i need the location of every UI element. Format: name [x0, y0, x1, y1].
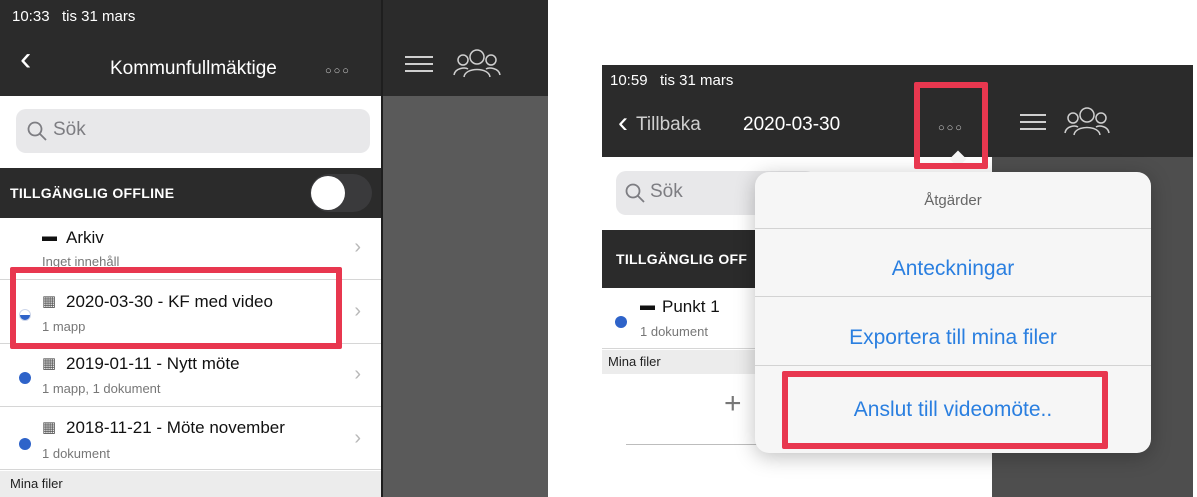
chevron-right-icon: ›: [354, 236, 361, 258]
list-item-title: 2019-01-11 - Nytt möte: [66, 354, 240, 373]
list-item-title: 2018-11-21 - Möte november: [66, 418, 285, 437]
search-placeholder: Sök: [650, 181, 683, 202]
add-icon[interactable]: +: [724, 387, 742, 421]
list-item-title: Arkiv: [66, 228, 104, 247]
export-button[interactable]: Exportera till mina filer: [755, 310, 1151, 366]
notes-button[interactable]: Anteckningar: [755, 241, 1151, 297]
archive-icon: ▬: [640, 297, 655, 314]
search-icon: [625, 183, 645, 203]
more-options-icon[interactable]: ○○○: [325, 65, 351, 77]
calendar-icon: ▦: [42, 419, 57, 436]
offline-bar: TILLGÄNGLIG OFFLINE: [0, 168, 381, 218]
nav-bar: 10:59 tis 31 mars ‹ Tillbaka 2020-03-30 …: [602, 65, 1193, 157]
unread-dot-icon: [615, 316, 627, 328]
back-label[interactable]: Tillbaka: [636, 114, 701, 136]
section-header: Mina filer: [0, 471, 381, 497]
participants-icon[interactable]: [1064, 105, 1110, 137]
popover-title: Åtgärder: [755, 172, 1151, 229]
side-toolbar: [383, 0, 548, 96]
status-time: 10:33: [12, 8, 50, 25]
chevron-right-icon: ›: [354, 427, 361, 449]
offline-toggle[interactable]: [310, 174, 372, 212]
nav-bar: 10:33 tis 31 mars ‹ Kommunfullmäktige ○○…: [0, 0, 381, 96]
back-chevron-icon[interactable]: ‹: [20, 42, 31, 76]
status-time: 10:59: [610, 72, 648, 89]
offline-label: TILLGÄNGLIG OFF: [616, 251, 748, 267]
menu-icon[interactable]: [405, 55, 433, 73]
status-date: tis 31 mars: [62, 8, 136, 25]
archive-icon: ▬: [42, 228, 57, 245]
offline-label: TILLGÄNGLIG OFFLINE: [10, 185, 175, 201]
detail-pane: [383, 96, 548, 497]
highlight-box: [782, 371, 1108, 449]
list-item[interactable]: ▦ 2018-11-21 - Möte november 1 dokument …: [0, 408, 381, 470]
search-icon: [27, 121, 47, 141]
participants-icon[interactable]: [453, 46, 501, 80]
unread-dot-icon: [19, 372, 31, 384]
calendar-icon: ▦: [42, 355, 57, 372]
list-item[interactable]: ▦ 2019-01-11 - Nytt möte 1 mapp, 1 dokum…: [0, 345, 381, 407]
status-date: tis 31 mars: [660, 72, 734, 89]
chevron-right-icon: ›: [354, 363, 361, 385]
page-title: 2020-03-30: [743, 114, 841, 135]
toggle-knob: [311, 176, 345, 210]
list-item-subtitle: 1 mapp, 1 dokument: [42, 381, 161, 396]
list-item-title: Punkt 1: [662, 297, 720, 316]
back-chevron-icon[interactable]: ‹: [618, 108, 628, 138]
highlight-box: [914, 82, 988, 169]
unread-dot-icon: [19, 438, 31, 450]
right-screenshot: 10:59 tis 31 mars ‹ Tillbaka 2020-03-30 …: [602, 65, 1193, 497]
search-placeholder: Sök: [53, 119, 86, 140]
chevron-right-icon: ›: [354, 300, 361, 322]
list-item-subtitle: 1 dokument: [640, 324, 708, 339]
search-input[interactable]: Sök: [16, 109, 370, 153]
left-screenshot: 10:33 tis 31 mars ‹ Kommunfullmäktige ○○…: [0, 0, 548, 497]
highlight-box: [10, 267, 342, 349]
page-title: Kommunfullmäktige: [110, 58, 277, 79]
list-item-subtitle: 1 dokument: [42, 446, 110, 461]
menu-icon[interactable]: [1020, 113, 1046, 131]
